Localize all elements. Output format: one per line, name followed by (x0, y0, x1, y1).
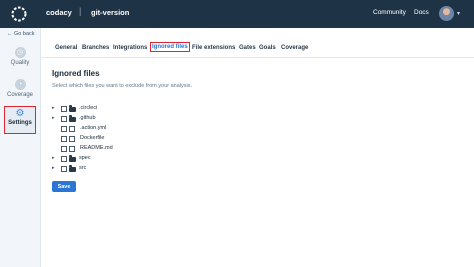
tree-item-name: src (79, 165, 87, 171)
tree-item-name: Dockerfile (80, 135, 105, 141)
avatar[interactable] (439, 6, 454, 21)
ignore-checkbox[interactable] (61, 166, 67, 172)
org-name[interactable]: codacy (46, 8, 72, 17)
ignore-checkbox[interactable] (61, 146, 67, 152)
tree-item-name: README.md (80, 145, 113, 151)
tree-item-name: .action.yml (80, 125, 107, 131)
community-link[interactable]: Community (373, 9, 406, 16)
ignore-checkbox[interactable] (61, 116, 67, 122)
tree-item-name: spec (79, 155, 91, 161)
sidebar-item-label: Coverage (6, 92, 33, 98)
file-checkbox[interactable] (69, 146, 75, 152)
expand-arrow-icon[interactable]: ▸ (52, 165, 55, 171)
docs-link[interactable]: Docs (414, 9, 429, 16)
sidebar: ← Go back ◷ Quality ◔ Coverage ⚙ Setting… (0, 28, 41, 267)
expand-arrow-icon[interactable]: ▸ (52, 115, 55, 121)
folder-icon (69, 155, 76, 162)
tab-ignored-files[interactable]: Ignored files (150, 42, 190, 52)
expand-arrow-icon[interactable]: ▸ (52, 155, 55, 161)
save-button[interactable]: Save (52, 181, 76, 192)
top-bar: codacy | git-version Community Docs ▾ (0, 0, 474, 28)
folder-icon (69, 105, 76, 112)
repo-name[interactable]: git-version (91, 8, 129, 17)
gear-icon: ⚙ (15, 108, 25, 119)
folder-icon (69, 165, 76, 172)
quality-icon: ◷ (14, 47, 26, 58)
tab-integrations[interactable]: Integrations (113, 45, 147, 51)
settings-tabs: General Branches Integrations Ignored fi… (40, 41, 474, 58)
ignore-checkbox[interactable] (61, 136, 67, 142)
coverage-icon: ◔ (14, 79, 26, 90)
tab-branches[interactable]: Branches (82, 45, 109, 51)
folder-icon (69, 115, 76, 122)
expand-arrow-icon[interactable]: ▸ (52, 105, 55, 111)
tab-gates[interactable]: Gates (239, 45, 256, 51)
page-subtitle: Select which files you want to exclude f… (52, 83, 193, 89)
go-back-link[interactable]: ← Go back (7, 31, 35, 37)
ignore-checkbox[interactable] (61, 156, 67, 162)
chevron-down-icon[interactable]: ▾ (457, 10, 460, 17)
codacy-logo-icon[interactable] (10, 5, 28, 23)
ignore-checkbox[interactable] (61, 106, 67, 112)
sidebar-item-settings[interactable]: ⚙ Settings (4, 106, 36, 134)
file-checkbox[interactable] (69, 136, 75, 142)
tab-file-extensions[interactable]: File extensions (192, 45, 235, 51)
sidebar-item-coverage[interactable]: ◔ Coverage (0, 79, 40, 98)
tree-item-name: .github (79, 115, 96, 121)
breadcrumb-separator: | (79, 6, 82, 16)
tree-item-name: .circleci (79, 105, 98, 111)
sidebar-item-quality[interactable]: ◷ Quality (0, 47, 40, 66)
file-checkbox[interactable] (69, 126, 75, 132)
ignore-checkbox[interactable] (61, 126, 67, 132)
tab-goals[interactable]: Goals (259, 45, 276, 51)
sidebar-item-label: Settings (8, 120, 32, 126)
tab-coverage[interactable]: Coverage (281, 45, 308, 51)
page-title: Ignored files (52, 69, 100, 78)
sidebar-item-label: Quality (10, 60, 30, 66)
tab-general[interactable]: General (55, 45, 77, 51)
